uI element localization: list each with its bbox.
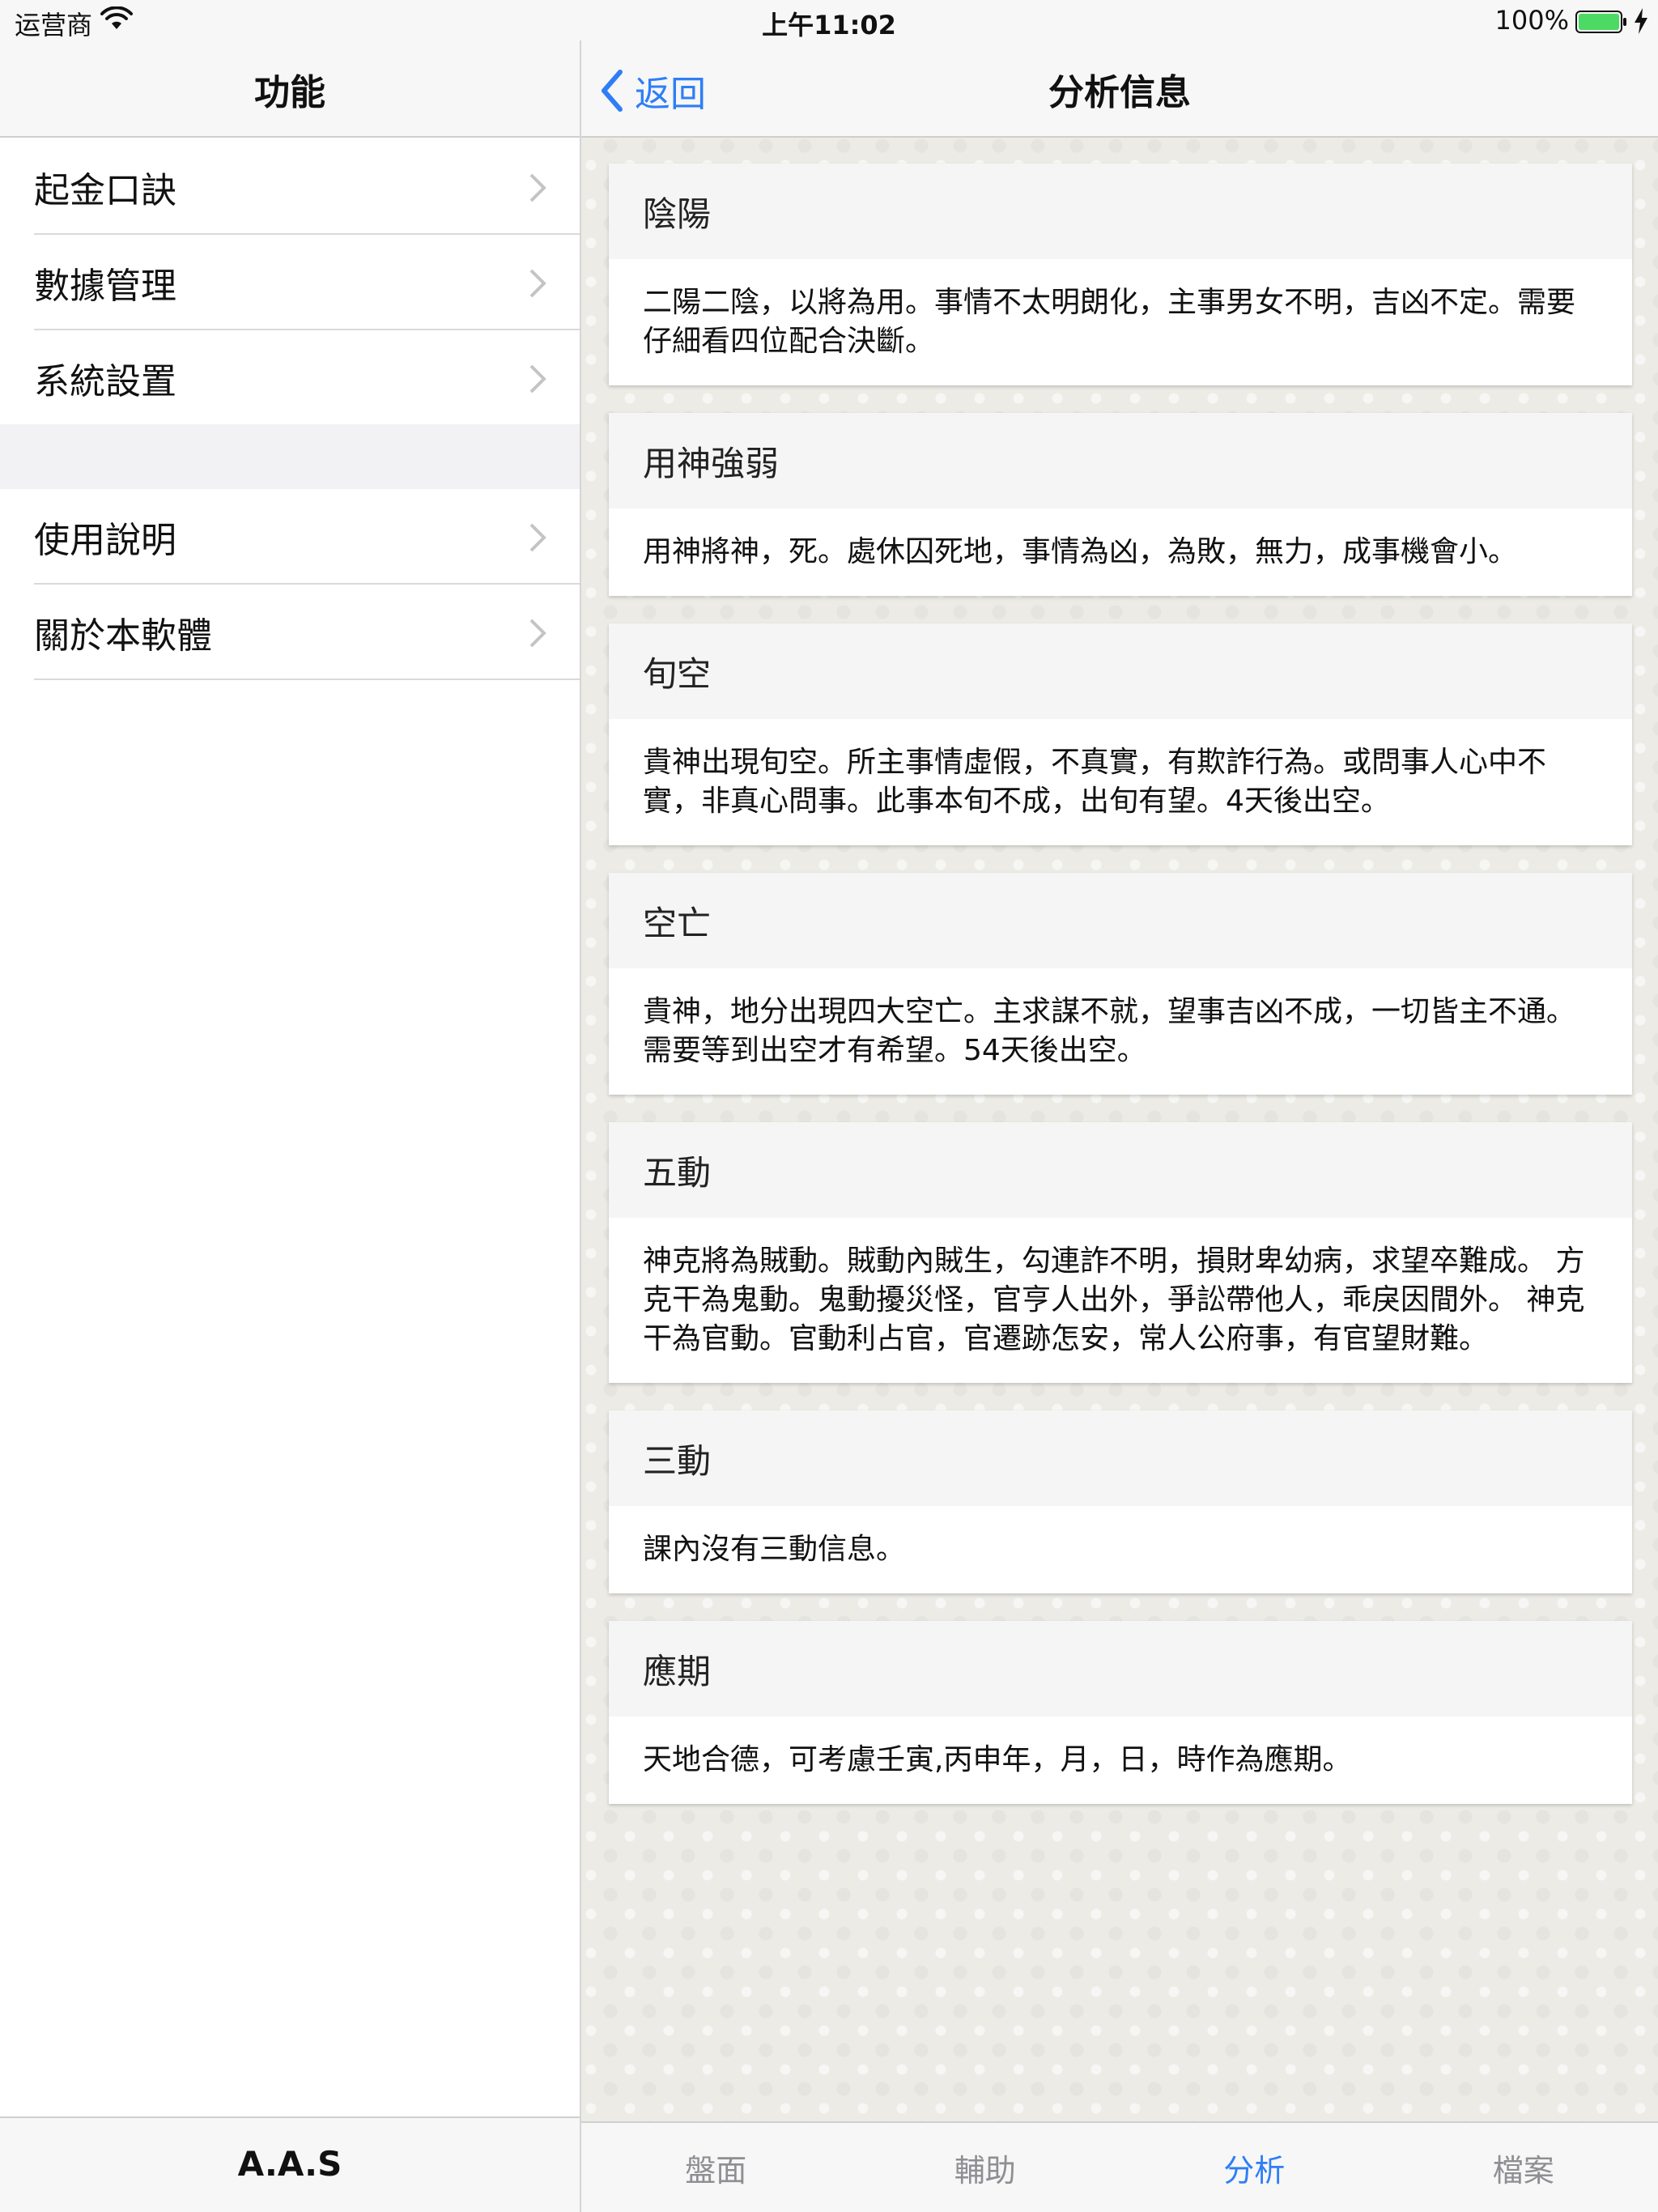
- tab-analysis[interactable]: 分析: [1120, 2123, 1389, 2212]
- detail-title: 分析信息: [1048, 72, 1191, 113]
- battery-percent: 100%: [1494, 5, 1569, 36]
- menu-item-settings[interactable]: 系統設置: [0, 330, 580, 426]
- card-heading: 空亡: [609, 873, 1632, 968]
- tab-auxiliary[interactable]: 輔助: [851, 2123, 1120, 2212]
- card-body: 課內沒有三動信息。: [643, 1533, 906, 1566]
- menu-item-label: 關於本軟體: [34, 615, 212, 657]
- chevron-right-icon: [529, 619, 546, 648]
- battery-icon: [1575, 11, 1626, 33]
- menu-item-about[interactable]: 關於本軟體: [0, 585, 580, 680]
- menu-group-info: 使用說明 關於本軟體: [0, 489, 580, 680]
- analysis-card: 應期 天地合德，可考慮壬寅,丙申年，月，日，時作為應期。: [609, 1621, 1632, 1804]
- card-body: 貴神，地分出現四大空亡。主求謀不就，望事吉凶不成，一切皆主不通。需要等到出空才有…: [643, 995, 1576, 1067]
- card-heading: 五動: [609, 1122, 1632, 1218]
- menu-item-data-management[interactable]: 數據管理: [0, 235, 580, 330]
- analysis-card: 旬空 貴神出現旬空。所主事情虛假，不真實，有欺詐行為。或問事人心中不實，非真心問…: [609, 623, 1632, 845]
- card-heading: 旬空: [609, 623, 1632, 719]
- tab-bar: 盤面 輔助 分析 檔案: [581, 2121, 1658, 2212]
- card-body: 神克將為賊動。賊動內賊生，勾連詐不明，損財卑幼病，求望卒難成。 方克干為鬼動。鬼…: [643, 1244, 1585, 1355]
- analysis-card: 用神強弱 用神將神，死。處休囚死地，事情為凶，為敗，無力，成事機會小。: [609, 413, 1632, 596]
- card-heading: 三動: [609, 1410, 1632, 1506]
- card-heading: 應期: [609, 1621, 1632, 1716]
- chevron-right-icon: [529, 269, 546, 298]
- group-separator: [0, 424, 580, 489]
- analysis-card: 陰陽 二陽二陰，以將為用。事情不太明朗化，主事男女不明，吉凶不定。需要仔細看四位…: [609, 164, 1632, 385]
- master-title: 功能: [254, 72, 325, 113]
- detail-panel: 返回 分析信息 陰陽 二陽二陰，以將為用。事情不太明朗化，主事男女不明，吉凶不定…: [581, 0, 1658, 2212]
- card-heading: 用神強弱: [609, 413, 1632, 508]
- master-panel: 功能 起金口訣 數據管理 系統設置 使用說明 關於本軟體 A.A.S: [0, 0, 581, 2212]
- master-footer: A.A.S: [0, 2116, 580, 2212]
- menu-item-label: 使用說明: [34, 520, 176, 561]
- chevron-right-icon: [529, 523, 546, 552]
- menu-item-label: 系統設置: [34, 361, 176, 402]
- menu-group-main: 起金口訣 數據管理 系統設置: [0, 139, 580, 426]
- analysis-card: 空亡 貴神，地分出現四大空亡。主求謀不就，望事吉凶不成，一切皆主不通。需要等到出…: [609, 873, 1632, 1095]
- tab-board[interactable]: 盤面: [581, 2123, 851, 2212]
- menu-item-label: 起金口訣: [34, 170, 176, 211]
- card-body: 二陽二陰，以將為用。事情不太明朗化，主事男女不明，吉凶不定。需要仔細看四位配合決…: [643, 286, 1576, 358]
- analysis-card-list: 陰陽 二陽二陰，以將為用。事情不太明朗化，主事男女不明，吉凶不定。需要仔細看四位…: [609, 164, 1632, 1831]
- chevron-right-icon: [529, 173, 546, 202]
- menu-item-label: 數據管理: [34, 266, 176, 307]
- analysis-card: 五動 神克將為賊動。賊動內賊生，勾連詐不明，損財卑幼病，求望卒難成。 方克干為鬼…: [609, 1122, 1632, 1383]
- tab-archive[interactable]: 檔案: [1389, 2123, 1658, 2212]
- detail-navigation-bar: 返回 分析信息: [581, 40, 1658, 138]
- card-body: 貴神出現旬空。所主事情虛假，不真實，有欺詐行為。或問事人心中不實，非真心問事。此…: [643, 746, 1547, 818]
- card-body: 天地合德，可考慮壬寅,丙申年，月，日，時作為應期。: [643, 1743, 1352, 1776]
- menu-item-formula[interactable]: 起金口訣: [0, 139, 580, 235]
- status-time: 上午11:02: [762, 10, 896, 40]
- chevron-right-icon: [529, 364, 546, 393]
- card-heading: 陰陽: [609, 164, 1632, 259]
- card-body: 用神將神，死。處休囚死地，事情為凶，為敗，無力，成事機會小。: [643, 535, 1518, 568]
- analysis-card: 三動 課內沒有三動信息。: [609, 1410, 1632, 1593]
- master-navigation-bar: 功能: [0, 40, 580, 138]
- status-bar: 运营商 上午11:02 100%: [0, 0, 1658, 40]
- charging-bolt-icon: [1635, 8, 1647, 34]
- menu-item-help[interactable]: 使用說明: [0, 489, 580, 585]
- brand-label: A.A.S: [237, 2144, 342, 2184]
